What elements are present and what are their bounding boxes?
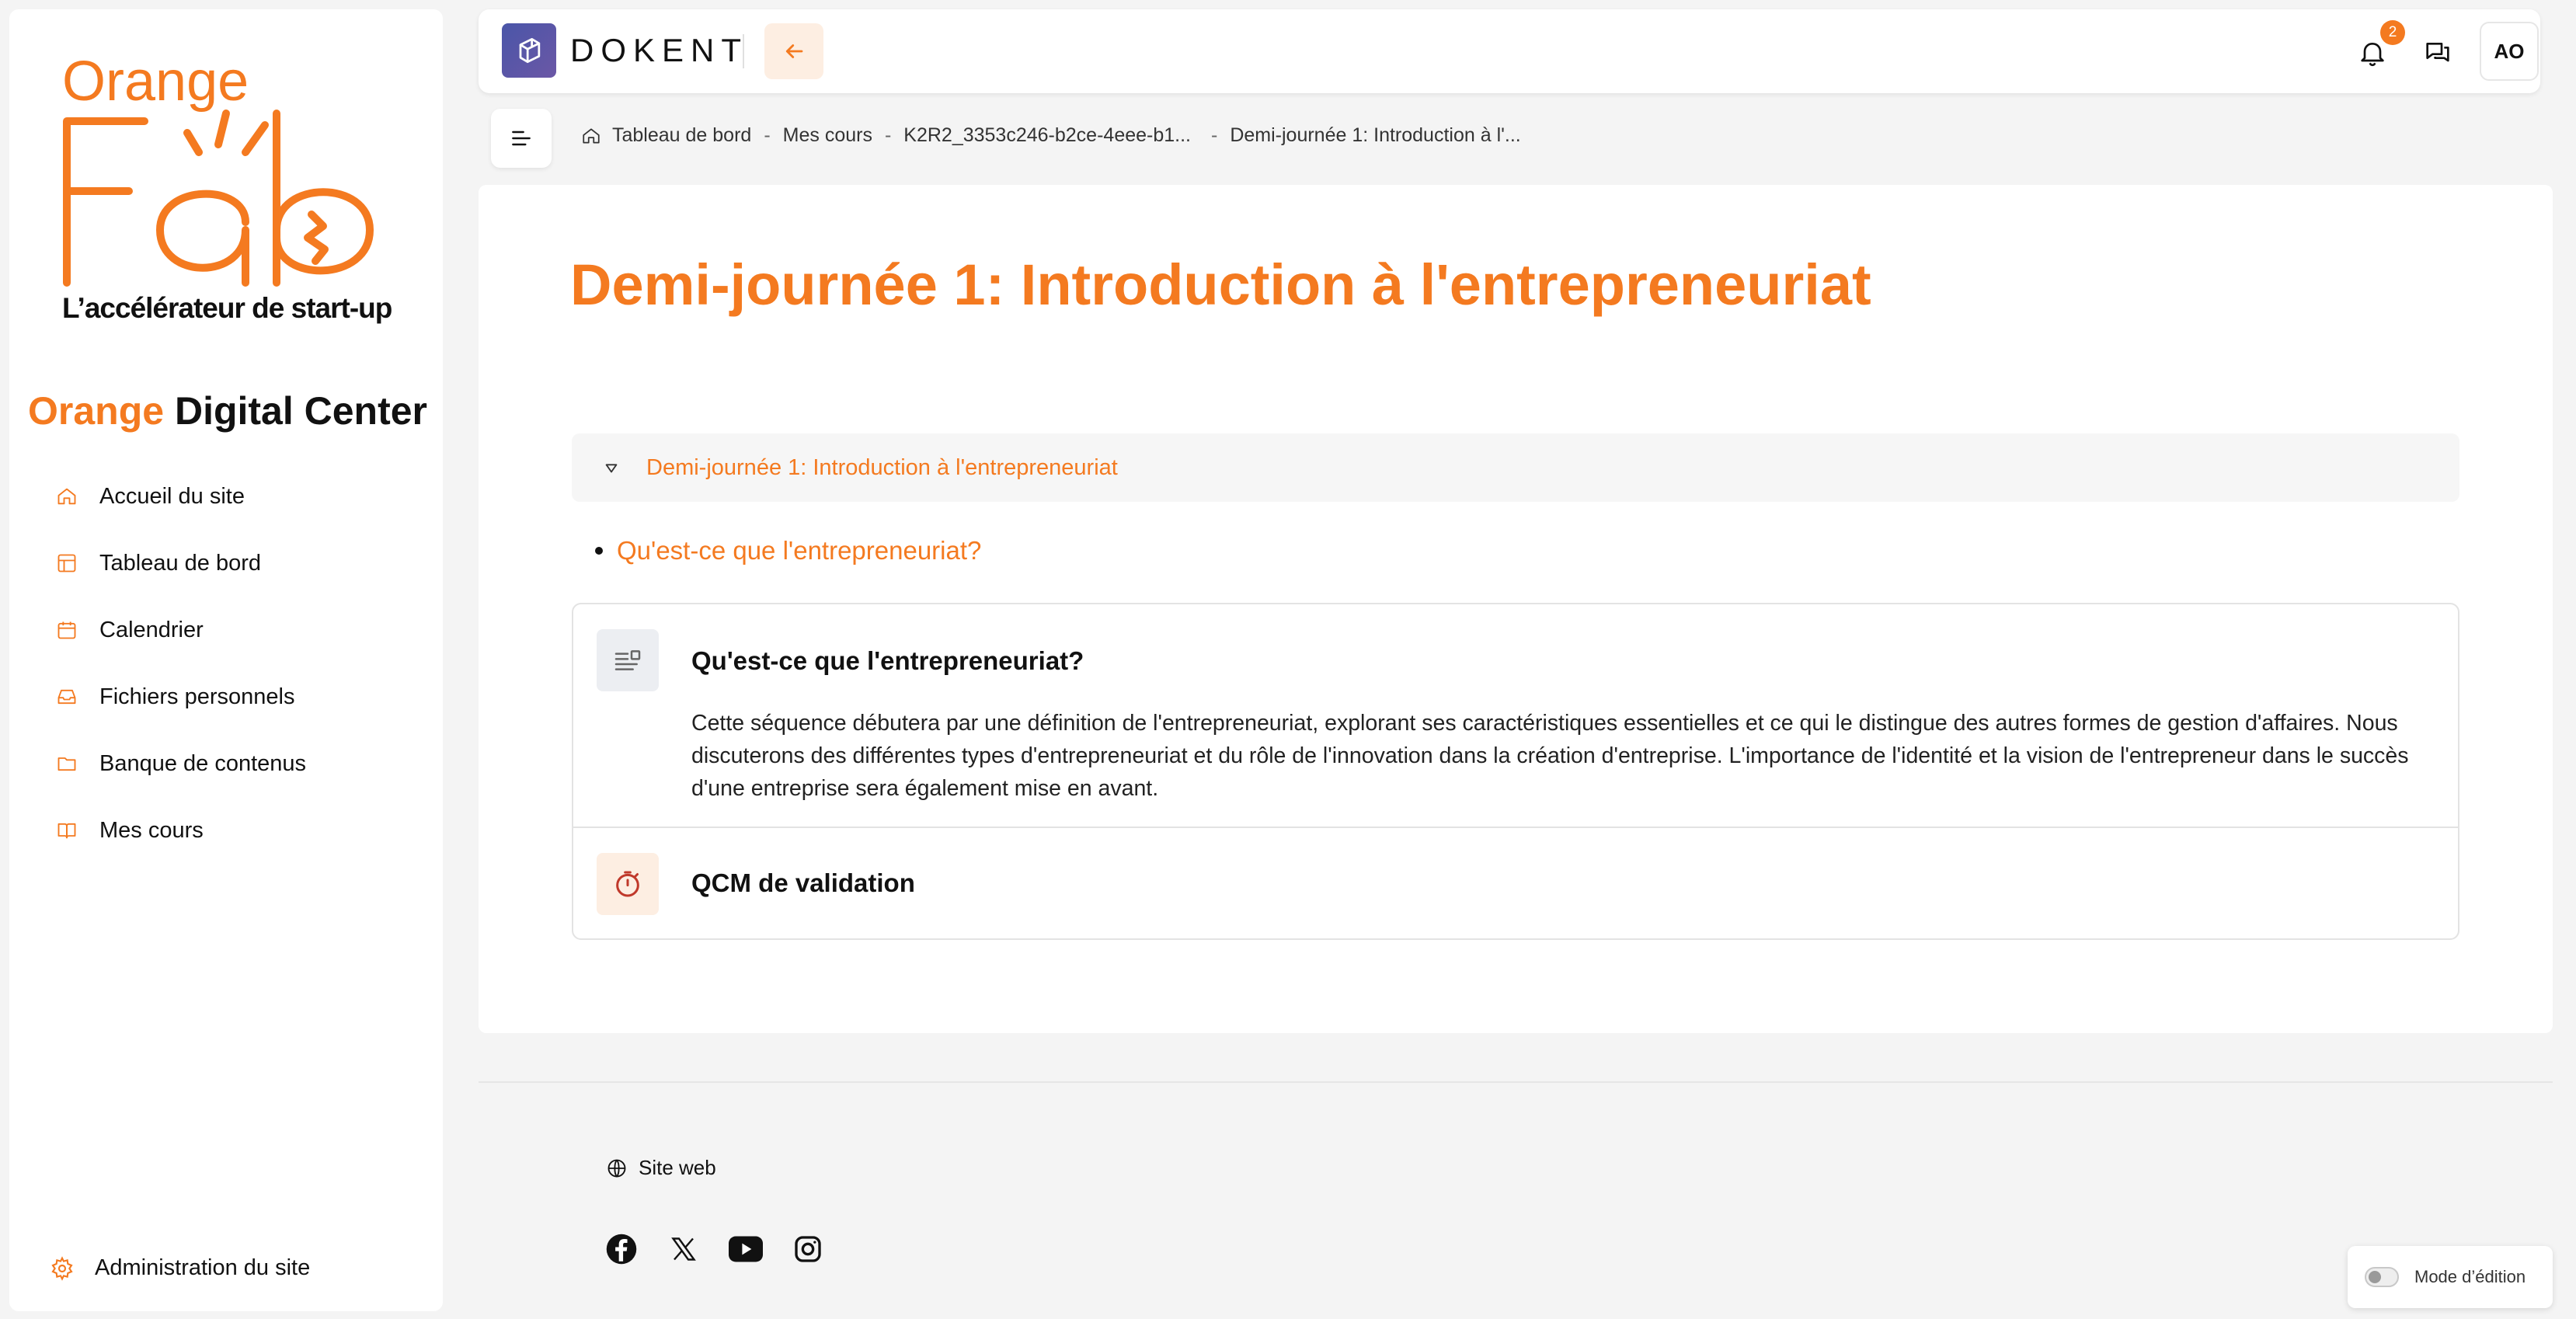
x-icon[interactable] <box>667 1232 701 1266</box>
breadcrumb: Tableau de bord - Mes cours - K2R2_3353c… <box>581 124 1521 147</box>
home-icon <box>56 485 78 507</box>
triangle-down-icon <box>605 464 618 473</box>
calendar-icon <box>56 619 78 641</box>
activity-title[interactable]: Qu'est-ce que l'entrepreneuriat? <box>691 646 1084 676</box>
notifications-badge: 2 <box>2380 20 2405 45</box>
home-icon <box>583 127 600 144</box>
sidebar-nav: Accueil du site Tableau de bord Calendri… <box>56 463 413 864</box>
bullet-dot <box>595 547 603 555</box>
breadcrumb-my-courses[interactable]: Mes cours <box>783 124 872 147</box>
social-links <box>604 1232 853 1266</box>
brand-name: DOKENT <box>570 32 749 68</box>
user-avatar[interactable]: AO <box>2480 22 2539 81</box>
orange-fab-logo: Orange L’accélérateur de start-up <box>51 44 424 339</box>
edit-mode-toggle[interactable] <box>2365 1267 2399 1287</box>
logo-tagline: L’accélérateur de start-up <box>62 292 392 324</box>
breadcrumb-section[interactable]: Demi-journée 1: Introduction à l'... <box>1230 124 1520 147</box>
sidebar: Orange L’accélérateur de start-up Orange… <box>9 9 443 1311</box>
arrow-left-icon <box>785 44 803 58</box>
activity-page: Qu'est-ce que l'entrepreneuriat? Cette s… <box>573 604 2458 828</box>
messages-icon[interactable] <box>2422 37 2453 68</box>
youtube-icon[interactable] <box>729 1232 763 1266</box>
brand[interactable]: DOKENT <box>502 23 748 78</box>
admin-label: Administration du site <box>95 1255 311 1280</box>
website-label: Site web <box>639 1156 716 1179</box>
book-icon <box>56 820 78 841</box>
edit-mode-label: Mode d’édition <box>2414 1267 2526 1286</box>
main-content: Demi-journée 1: Introduction à l'entrepr… <box>479 185 2553 1033</box>
stopwatch-icon <box>597 853 659 915</box>
toggle-knob <box>2369 1271 2381 1283</box>
page-title: Demi-journée 1: Introduction à l'entrepr… <box>570 252 1871 317</box>
website-link[interactable]: Site web <box>606 1156 716 1180</box>
inbox-icon <box>56 686 78 708</box>
sidebar-item-home[interactable]: Accueil du site <box>56 463 413 530</box>
section-collapse-toggle[interactable]: Demi-journée 1: Introduction à l'entrepr… <box>572 433 2459 502</box>
odc-title-rest: Digital Center <box>164 389 428 433</box>
sidebar-toggle-button[interactable] <box>491 109 552 168</box>
logo-orange-word: Orange <box>62 50 249 113</box>
sidebar-item-calendar[interactable]: Calendrier <box>56 597 413 663</box>
page-icon <box>597 629 659 691</box>
sidebar-item-my-courses[interactable]: Mes cours <box>56 797 413 864</box>
dashboard-icon <box>56 552 78 574</box>
activity-description: Cette séquence débutera par une définiti… <box>691 711 2409 801</box>
menu-align-left-icon <box>512 131 531 146</box>
odc-title-accent: Orange <box>28 389 165 433</box>
sidebar-item-label: Fichiers personnels <box>99 684 295 709</box>
breadcrumb-dashboard[interactable]: Tableau de bord <box>612 124 751 147</box>
sidebar-item-label: Tableau de bord <box>99 550 261 576</box>
sidebar-item-dashboard[interactable]: Tableau de bord <box>56 530 413 597</box>
gear-icon <box>50 1255 75 1281</box>
activity-link[interactable]: Qu'est-ce que l'entrepreneuriat? <box>595 536 981 566</box>
sidebar-item-label: Accueil du site <box>99 483 245 509</box>
folder-icon <box>56 753 78 774</box>
activity-title[interactable]: QCM de validation <box>691 868 915 898</box>
breadcrumb-course[interactable]: K2R2_3353c246-b2ce-4eee-b1... <box>903 124 1191 147</box>
instagram-icon[interactable] <box>791 1232 825 1266</box>
logo-fab-graphic <box>63 110 374 287</box>
breadcrumb-separator: - <box>884 124 892 146</box>
sidebar-item-content-bank[interactable]: Banque de contenus <box>56 730 413 797</box>
sidebar-item-personal-files[interactable]: Fichiers personnels <box>56 663 413 730</box>
header-divider <box>743 34 744 68</box>
section-label: Demi-journée 1: Introduction à l'entrepr… <box>646 454 1118 480</box>
odc-title: Orange Digital Center <box>28 388 427 433</box>
edit-mode-control: Mode d’édition <box>2348 1246 2553 1308</box>
activity-link-label: Qu'est-ce que l'entrepreneuriat? <box>617 536 982 565</box>
globe-icon <box>607 1159 626 1178</box>
breadcrumb-separator: - <box>764 124 771 146</box>
sidebar-item-label: Calendrier <box>99 617 204 642</box>
back-button[interactable] <box>764 23 823 79</box>
activity-quiz: QCM de validation <box>573 828 2458 940</box>
top-header: DOKENT 2 AO <box>479 9 2540 93</box>
notifications-bell-icon[interactable] <box>2357 37 2388 68</box>
dokent-logo-icon <box>502 23 556 78</box>
facebook-icon[interactable] <box>604 1232 639 1266</box>
sidebar-item-label: Mes cours <box>99 817 204 843</box>
activity-list: Qu'est-ce que l'entrepreneuriat? Cette s… <box>572 603 2459 940</box>
sidebar-item-label: Banque de contenus <box>99 750 307 776</box>
footer-divider <box>479 1081 2553 1083</box>
breadcrumb-separator: - <box>1211 124 1218 146</box>
sidebar-item-site-admin[interactable]: Administration du site <box>50 1255 310 1281</box>
